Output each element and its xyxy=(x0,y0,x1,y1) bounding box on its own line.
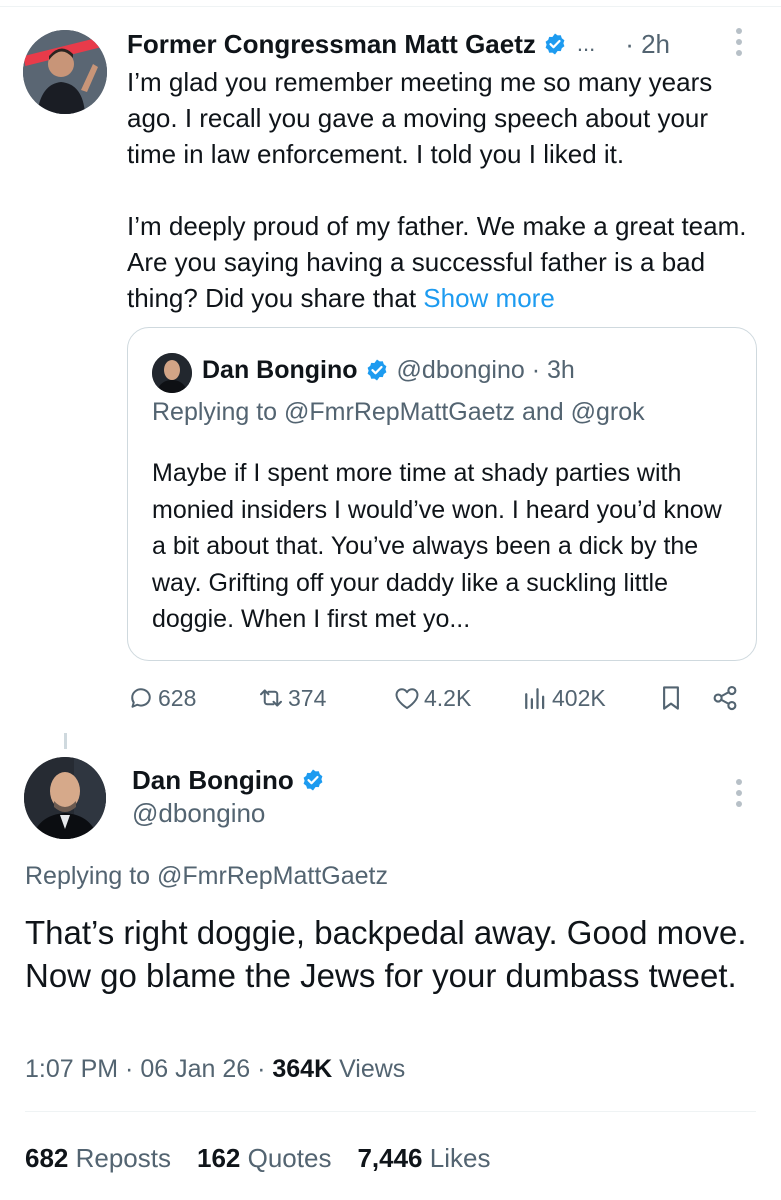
main-timestamp[interactable]: 1:07 PM · 06 Jan 26 · xyxy=(25,1055,272,1083)
share-icon xyxy=(710,683,740,713)
quoted-replying-to: Replying to @FmrRepMattGaetz and @grok xyxy=(152,398,645,426)
main-views-label: Views xyxy=(332,1055,406,1083)
likes-stat[interactable]: 7,446 Likes xyxy=(357,1143,490,1174)
verified-badge-icon xyxy=(301,768,325,792)
main-author-handle[interactable]: @dbongino xyxy=(132,798,265,829)
main-replying-to: Replying to @FmrRepMattGaetz xyxy=(25,862,388,891)
quoted-tweet-header: Dan Bongino @dbongino · 3h xyxy=(202,354,575,386)
main-author-avatar[interactable] xyxy=(24,757,106,839)
stats-divider xyxy=(25,1111,756,1112)
reply-button[interactable]: 628 xyxy=(126,680,196,716)
main-text-line-1: That’s right doggie, backpedal away. Goo… xyxy=(25,914,747,951)
repost-icon xyxy=(256,683,286,713)
likes-count: 7,446 xyxy=(357,1143,423,1173)
reply-icon xyxy=(126,683,156,713)
quoted-tweet-text: Maybe if I spent more time at shady part… xyxy=(152,459,722,633)
quoted-author-avatar[interactable] xyxy=(152,353,192,393)
replying-to-text: Replying to @FmrRepMattGaetz xyxy=(25,862,389,890)
bookmark-button[interactable] xyxy=(656,680,686,716)
repost-button[interactable]: 374 xyxy=(256,680,326,716)
thread-connector-line xyxy=(64,733,67,749)
views-count: 402K xyxy=(552,684,606,711)
reply-count: 628 xyxy=(158,684,197,711)
name-truncation: ... xyxy=(576,31,596,56)
quoted-author-name[interactable]: Dan Bongino xyxy=(202,356,358,385)
gaetz-avatar[interactable] xyxy=(23,30,107,114)
parent-timestamp[interactable]: · 2h xyxy=(625,29,670,60)
quoted-handle-time: @dbongino · 3h xyxy=(396,355,575,384)
likes-label: Likes xyxy=(422,1143,491,1173)
main-tweet-text: That’s right doggie, backpedal away. Goo… xyxy=(25,911,765,997)
reposts-count: 682 xyxy=(25,1143,69,1173)
reposts-label: Reposts xyxy=(68,1143,171,1173)
main-views-count: 364K xyxy=(272,1055,333,1083)
main-text-line-2: Now go blame the Jews for your dumbass t… xyxy=(25,957,737,994)
parent-more-icon[interactable] xyxy=(736,28,744,61)
like-count: 4.2K xyxy=(424,684,472,711)
quotes-label: Quotes xyxy=(240,1143,332,1173)
bookmark-icon xyxy=(656,683,686,713)
top-divider xyxy=(0,6,781,7)
main-author-name[interactable]: Dan Bongino xyxy=(132,765,294,796)
analytics-icon xyxy=(520,683,550,713)
verified-badge-icon xyxy=(365,358,389,382)
like-button[interactable]: 4.2K xyxy=(392,680,471,716)
verified-badge-icon xyxy=(543,32,567,56)
main-more-icon[interactable] xyxy=(736,779,744,812)
main-tweet-header: Dan Bongino xyxy=(132,763,325,797)
views-button[interactable]: 402K xyxy=(520,680,606,716)
share-button[interactable] xyxy=(710,680,740,716)
heart-icon xyxy=(392,683,422,713)
main-tweet-meta: 1:07 PM · 06 Jan 26 · 364K Views xyxy=(25,1055,405,1084)
parent-tweet-header: Former Congressman Matt Gaetz ... · 2h xyxy=(127,28,670,60)
quotes-stat[interactable]: 162 Quotes xyxy=(197,1143,331,1174)
quotes-count: 162 xyxy=(197,1143,241,1173)
engagement-stats: 682 Reposts 162 Quotes 7,446 Likes xyxy=(25,1143,516,1174)
quoted-tweet-card[interactable]: Dan Bongino @dbongino · 3h Replying to @… xyxy=(127,327,757,661)
show-more-link[interactable]: Show more xyxy=(423,283,555,313)
reposts-stat[interactable]: 682 Reposts xyxy=(25,1143,171,1174)
parent-tweet-text: I’m glad you remember meeting me so many… xyxy=(127,64,752,316)
parent-paragraph-1: I’m glad you remember meeting me so many… xyxy=(127,67,713,169)
parent-paragraph-2: I’m deeply proud of my father. We make a… xyxy=(127,208,752,316)
repost-count: 374 xyxy=(288,684,327,711)
parent-author-name[interactable]: Former Congressman Matt Gaetz xyxy=(127,29,536,60)
tweet-action-bar: 628 374 4.2K 402K xyxy=(126,680,746,716)
